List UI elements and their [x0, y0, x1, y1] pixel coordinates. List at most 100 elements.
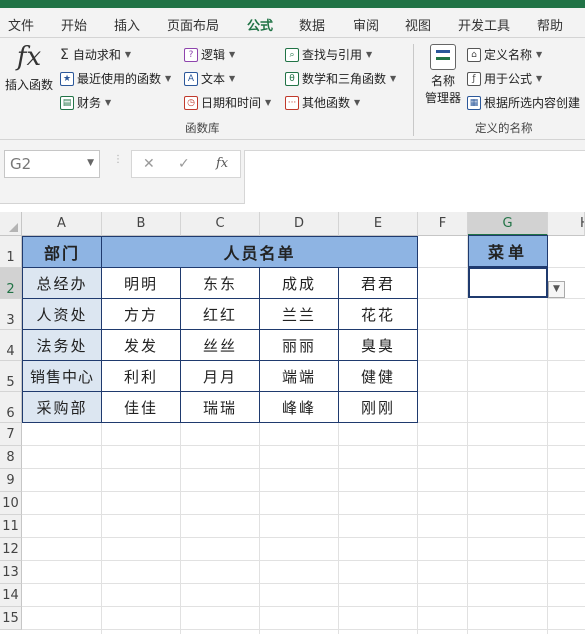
row-header-4[interactable]: 4 — [0, 330, 22, 361]
chevron-down-icon[interactable]: ▼ — [87, 158, 94, 168]
row-header-1[interactable]: 1 — [0, 236, 22, 268]
tab-home[interactable]: 开始 — [61, 15, 87, 34]
more-functions-button[interactable]: ··· 其他函数 ▼ — [285, 94, 360, 111]
column-header-f[interactable]: F — [418, 212, 468, 236]
cell-a5[interactable]: 销售中心 — [22, 361, 102, 392]
cell-b3[interactable]: 方方 — [102, 299, 181, 330]
cell-b4[interactable]: 发发 — [102, 330, 181, 361]
cell-e6[interactable]: 刚刚 — [339, 392, 418, 423]
more-functions-label: 其他函数 — [302, 96, 351, 110]
name-manager-button[interactable]: 名称 管理器 — [422, 44, 464, 106]
tab-help[interactable]: 帮助 — [537, 15, 563, 34]
cell-c4[interactable]: 丝丝 — [181, 330, 260, 361]
column-header-h[interactable]: H — [548, 212, 585, 236]
row-header-6[interactable]: 6 — [0, 392, 22, 423]
cancel-icon[interactable]: ✕ — [143, 156, 155, 172]
datetime-button[interactable]: ◷ 日期和时间 ▼ — [184, 94, 271, 111]
chevron-down-icon: ▼ — [105, 98, 112, 107]
tag-icon: ⌂ — [467, 47, 481, 62]
cell-d4[interactable]: 丽丽 — [260, 330, 339, 361]
row-header-9[interactable]: 9 — [0, 469, 22, 492]
row-header-5[interactable]: 5 — [0, 361, 22, 392]
create-from-selection-button[interactable]: ▦ 根据所选内容创建 — [467, 94, 580, 111]
chevron-down-icon: ▼ — [536, 50, 543, 59]
cell-a3[interactable]: 人资处 — [22, 299, 102, 330]
define-name-button[interactable]: ⌂ 定义名称 ▼ — [467, 46, 542, 63]
ribbon-formulas: fx 插入函数 Σ 自动求和 ▼ ★ 最近使用的函数 ▼ ▤ 财务 ▼ ? 逻辑… — [0, 38, 585, 140]
cell-e2[interactable]: 君君 — [339, 268, 418, 299]
row-header-7[interactable]: 7 — [0, 423, 22, 446]
row-header-10[interactable]: 10 — [0, 492, 22, 515]
chevron-down-icon: ▼ — [265, 98, 272, 107]
cell-a4[interactable]: 法务处 — [22, 330, 102, 361]
formula-bar-splitter[interactable]: ⋮ — [113, 154, 123, 165]
gridline — [22, 468, 585, 469]
tab-data[interactable]: 数据 — [299, 15, 325, 34]
name-box[interactable]: G2 ▼ — [4, 150, 100, 178]
cell-d2[interactable]: 成成 — [260, 268, 339, 299]
tab-page-layout[interactable]: 页面布局 — [167, 15, 219, 34]
cell-c5[interactable]: 月月 — [181, 361, 260, 392]
select-all-button[interactable] — [0, 212, 22, 236]
cell-a1[interactable]: 部门 — [22, 236, 102, 268]
cell-d5[interactable]: 端端 — [260, 361, 339, 392]
tab-view[interactable]: 视图 — [405, 15, 431, 34]
gridline — [418, 329, 585, 330]
cell-g2-active[interactable] — [468, 267, 548, 298]
gridline — [418, 267, 468, 268]
check-icon[interactable]: ✓ — [178, 156, 190, 172]
cell-a2[interactable]: 总经办 — [22, 268, 102, 299]
insert-function-icon[interactable]: fx — [216, 156, 228, 171]
tab-insert[interactable]: 插入 — [114, 15, 140, 34]
cell-d6[interactable]: 峰峰 — [260, 392, 339, 423]
column-header-g[interactable]: G — [468, 212, 548, 236]
column-header-d[interactable]: D — [260, 212, 339, 236]
gridline — [22, 560, 585, 561]
column-header-c[interactable]: C — [181, 212, 260, 236]
row-header-8[interactable]: 8 — [0, 446, 22, 469]
row-header-14[interactable]: 14 — [0, 584, 22, 607]
row-header-2[interactable]: 2 — [0, 268, 22, 299]
financial-button[interactable]: ▤ 财务 ▼ — [60, 94, 111, 111]
use-in-formula-button[interactable]: ƒ 用于公式 ▼ — [467, 70, 542, 87]
cell-b2[interactable]: 明明 — [102, 268, 181, 299]
insert-function-button[interactable]: fx 插入函数 — [4, 42, 54, 93]
tab-formulas[interactable]: 公式 — [244, 15, 276, 41]
tab-review[interactable]: 审阅 — [353, 15, 379, 34]
recent-functions-button[interactable]: ★ 最近使用的函数 ▼ — [60, 70, 171, 87]
row-header-12[interactable]: 12 — [0, 538, 22, 561]
cell-e5[interactable]: 健健 — [339, 361, 418, 392]
cell-b5[interactable]: 利利 — [102, 361, 181, 392]
row-header-3[interactable]: 3 — [0, 299, 22, 330]
cell-g1-menu-header[interactable]: 菜单 — [468, 235, 548, 267]
cell-b1-merged[interactable]: 人员名单 — [102, 236, 418, 268]
cell-e4[interactable]: 臭臭 — [339, 330, 418, 361]
cell-c3[interactable]: 红红 — [181, 299, 260, 330]
cell-c2[interactable]: 东东 — [181, 268, 260, 299]
text-button[interactable]: A 文本 ▼ — [184, 70, 235, 87]
lookup-button[interactable]: ⌕ 查找与引用 ▼ — [285, 46, 372, 63]
column-header-a[interactable]: A — [22, 212, 102, 236]
more-book-icon: ··· — [285, 95, 299, 110]
cell-c6[interactable]: 瑞瑞 — [181, 392, 260, 423]
row-header-11[interactable]: 11 — [0, 515, 22, 538]
math-trig-button[interactable]: θ 数学和三角函数 ▼ — [285, 70, 396, 87]
tab-file[interactable]: 文件 — [8, 15, 34, 34]
tab-developer[interactable]: 开发工具 — [458, 15, 510, 34]
logical-label: 逻辑 — [201, 48, 226, 62]
autosum-button[interactable]: Σ 自动求和 ▼ — [60, 46, 131, 63]
column-header-b[interactable]: B — [102, 212, 181, 236]
dropdown-arrow-icon[interactable]: ▼ — [548, 281, 565, 298]
cell-a6[interactable]: 采购部 — [22, 392, 102, 423]
cell-b6[interactable]: 佳佳 — [102, 392, 181, 423]
cell-d3[interactable]: 兰兰 — [260, 299, 339, 330]
gridline — [22, 629, 585, 630]
row-header-15[interactable]: 15 — [0, 607, 22, 630]
logical-button[interactable]: ? 逻辑 ▼ — [184, 46, 235, 63]
gridline — [22, 514, 585, 515]
formula-input[interactable] — [244, 150, 585, 204]
column-header-e[interactable]: E — [339, 212, 418, 236]
text-book-icon: A — [184, 71, 198, 86]
cell-e3[interactable]: 花花 — [339, 299, 418, 330]
row-header-13[interactable]: 13 — [0, 561, 22, 584]
